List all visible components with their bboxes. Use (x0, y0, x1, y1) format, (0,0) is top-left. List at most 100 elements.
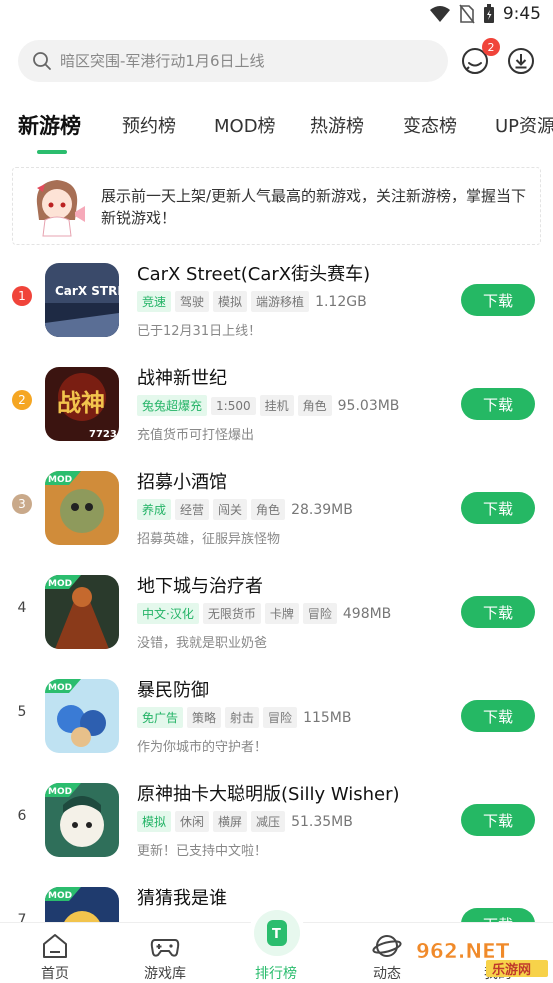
game-tags: 免广告 策略 射击 冒险 115MB (137, 707, 351, 728)
game-size: 51.35MB (291, 813, 353, 830)
tab-mod[interactable]: MOD榜 (214, 112, 276, 138)
game-row[interactable]: 1 CarX STREET CarX Street(CarX街头赛车) 竞速 驾… (0, 250, 553, 354)
game-icon-zhanshen[interactable]: 战神 7723 (45, 367, 119, 441)
game-row[interactable]: 3 MOD 招募小酒馆 养成 经营 闯关 角色 28.39MB 招募英雄，征服异… (0, 458, 553, 562)
download-manager-icon[interactable] (506, 46, 536, 76)
game-icon-mob-defense[interactable]: MOD (45, 679, 119, 753)
tag: 模拟 (137, 811, 172, 832)
game-icon-carx[interactable]: CarX STREET (45, 263, 119, 337)
game-row[interactable]: 6 MOD 原神抽卡大聪明版(Silly Wisher) 模拟 休闲 横屏 减压… (0, 770, 553, 874)
game-name[interactable]: CarX Street(CarX街头赛车) (137, 260, 370, 286)
game-description: 充值货币可打怪爆出 (137, 428, 255, 443)
tag: 端游移植 (251, 291, 310, 312)
game-name[interactable]: 地下城与治疗者 (137, 572, 263, 598)
tag: 闯关 (213, 499, 248, 520)
tab-reservation[interactable]: 预约榜 (122, 112, 176, 138)
game-size: 115MB (303, 709, 352, 726)
rank-number: 6 (17, 808, 27, 824)
download-button[interactable]: 下载 (461, 700, 535, 732)
rank-badge: 3 (12, 494, 32, 514)
tag: 1:500 (211, 396, 256, 415)
game-name[interactable]: 暴民防御 (137, 676, 209, 702)
game-tags: 养成 经营 闯关 角色 28.39MB (137, 499, 353, 520)
game-size: 28.39MB (291, 501, 353, 518)
icon-label: CarX STREET (55, 284, 119, 298)
game-list: 1 CarX STREET CarX Street(CarX街头赛车) 竞速 驾… (0, 250, 553, 922)
download-button[interactable]: 下载 (461, 492, 535, 524)
gamepad-icon (150, 939, 180, 957)
tag: 养成 (137, 499, 172, 520)
nav-label: 排行榜 (255, 966, 297, 982)
game-tags: 模拟 休闲 横屏 减压 51.35MB (137, 811, 353, 832)
rank-badge: 2 (12, 390, 32, 410)
site-watermark-logo: 962.NET 乐游网 (416, 939, 548, 978)
search-row: 2 (18, 38, 538, 84)
game-row[interactable]: 5 MOD 暴民防御 免广告 策略 射击 冒险 115MB 作为你城市的守护者！… (0, 666, 553, 770)
ranking-tabs: 新游榜 预约榜 MOD榜 热游榜 变态榜 UP资源 (0, 100, 553, 160)
rank-number: 7 (17, 912, 27, 922)
download-button[interactable]: 下载 (461, 284, 535, 316)
mod-label: MOD (48, 683, 72, 693)
tag: 无限货币 (202, 603, 261, 624)
game-name[interactable]: 猜猜我是谁 (137, 884, 227, 910)
mod-label: MOD (48, 475, 72, 485)
game-icon-guess-who[interactable]: MOD (45, 887, 119, 922)
wifi-icon (429, 6, 450, 22)
tab-up-resources[interactable]: UP资源 (495, 112, 553, 138)
download-button[interactable]: 下载 (461, 908, 535, 922)
tab-hot[interactable]: 热游榜 (310, 112, 364, 138)
tag: 挂机 (259, 395, 294, 416)
icon-label: 战神 (57, 389, 105, 417)
game-size: 95.03MB (337, 397, 400, 414)
mod-label: MOD (48, 579, 72, 589)
game-description: 已于12月31日上线！ (137, 324, 262, 339)
ranking-icon[interactable]: T (254, 910, 300, 956)
game-description: 招募英雄，征服异族怪物 (137, 532, 281, 547)
nav-label: 游戏库 (144, 966, 186, 982)
game-size: 1.12GB (315, 293, 367, 310)
planet-icon (372, 935, 402, 957)
game-tags: 竞速 驾驶 模拟 端游移植 1.12GB (137, 291, 367, 312)
tag: 兔兔超爆充 (137, 395, 208, 416)
game-name[interactable]: 招募小酒馆 (137, 468, 227, 494)
mascot-avatar (36, 180, 85, 237)
watermark-sub: 乐游网 (492, 962, 531, 978)
mod-label: MOD (48, 891, 72, 901)
game-size: 498MB (342, 605, 392, 622)
game-icon-tavern[interactable]: MOD (45, 471, 119, 545)
tag: 策略 (187, 707, 222, 728)
nav-label: 首页 (41, 966, 69, 982)
search-input[interactable] (60, 52, 420, 70)
rank-number: 5 (17, 704, 27, 720)
game-name[interactable]: 战神新世纪 (137, 364, 227, 390)
tag: 角色 (297, 395, 332, 416)
game-tags: 兔兔超爆充 1:500 挂机 角色 95.03MB (137, 395, 399, 416)
tag: 休闲 (175, 811, 210, 832)
nav-game-library[interactable]: 游戏库 (110, 923, 220, 983)
nav-home[interactable]: 首页 (0, 923, 110, 983)
search-bar[interactable] (18, 40, 448, 82)
tag: 冒险 (263, 707, 298, 728)
battery-icon (483, 4, 494, 23)
search-icon (33, 52, 51, 70)
download-button[interactable]: 下载 (461, 804, 535, 836)
tag: 中文·汉化 (137, 603, 199, 624)
status-time: 9:45 (502, 4, 541, 24)
game-name[interactable]: 原神抽卡大聪明版(Silly Wisher) (137, 780, 400, 806)
rank-number: 4 (17, 600, 27, 616)
tab-new-games[interactable]: 新游榜 (18, 110, 81, 140)
game-row[interactable]: 2 战神 7723 战神新世纪 兔兔超爆充 1:500 挂机 角色 95.03M… (0, 354, 553, 458)
game-icon-dungeon[interactable]: MOD (45, 575, 119, 649)
tag: 模拟 (213, 291, 248, 312)
tag: 经营 (175, 499, 210, 520)
notice-text: 展示前一天上架/更新人气最高的新游戏，关注新游榜，掌握当下新锐游戏！ (101, 187, 527, 227)
download-button[interactable]: 下载 (461, 596, 535, 628)
tab-bt[interactable]: 变态榜 (403, 112, 457, 138)
game-description: 没错，我就是职业奶爸 (137, 636, 268, 651)
game-icon-silly-wisher[interactable]: MOD (45, 783, 119, 857)
home-icon (43, 934, 67, 958)
game-row[interactable]: 4 MOD 地下城与治疗者 中文·汉化 无限货币 卡牌 冒险 498MB 没错，… (0, 562, 553, 666)
icon-sublabel: 7723 (89, 429, 117, 440)
download-button[interactable]: 下载 (461, 388, 535, 420)
tag: 驾驶 (175, 291, 210, 312)
